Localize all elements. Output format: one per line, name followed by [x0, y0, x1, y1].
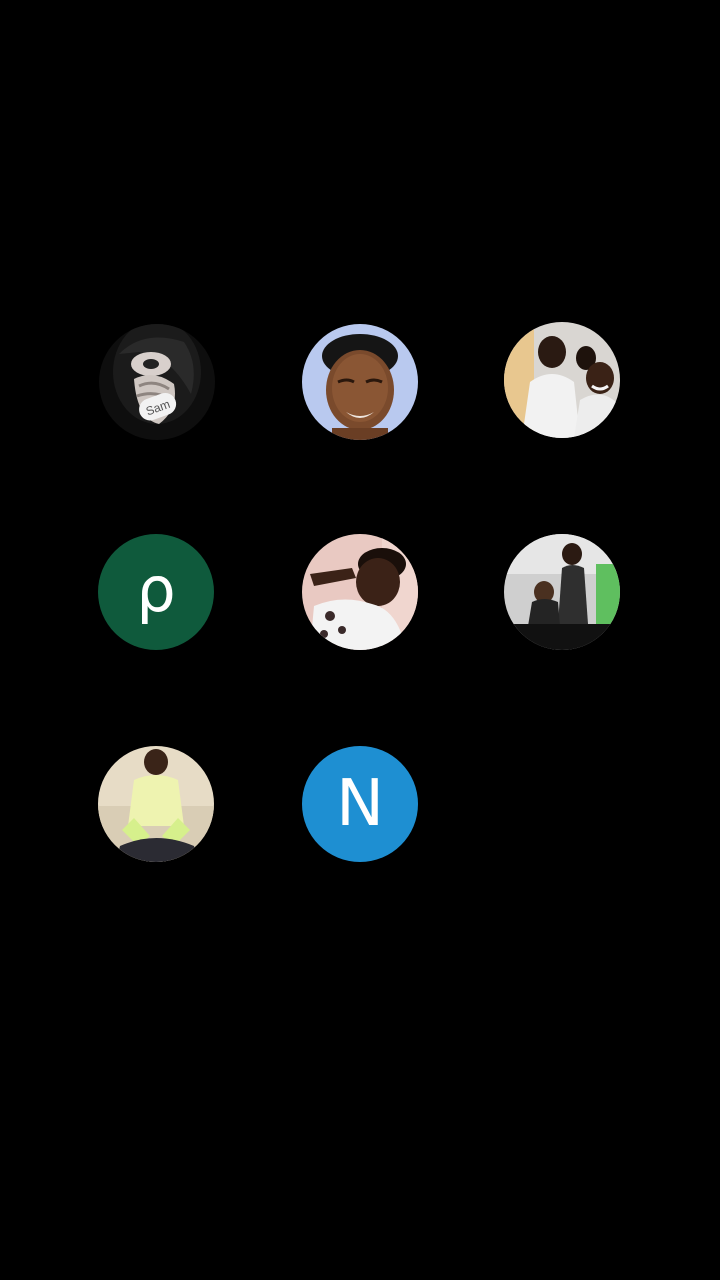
contact-photo-3: [504, 322, 620, 438]
contact-photo-2: [302, 324, 418, 440]
contact-photo-5: [302, 534, 418, 650]
contacts-grid-screen: Sam ρ N: [0, 0, 720, 1280]
contact-avatar-4[interactable]: ρ: [98, 534, 214, 650]
contact-avatar-7[interactable]: [98, 746, 214, 862]
avatar-letter: ρ: [136, 553, 176, 626]
contact-photo-7: [98, 746, 214, 862]
avatar-letter: N: [336, 767, 384, 841]
contact-avatar-3[interactable]: [504, 322, 620, 438]
contact-avatar-6[interactable]: [504, 534, 620, 650]
contact-avatar-5[interactable]: [302, 534, 418, 650]
contact-avatar-8[interactable]: N: [302, 746, 418, 862]
contact-photo-1: Sam: [99, 324, 215, 440]
contact-avatar-1[interactable]: Sam: [99, 324, 215, 440]
contact-avatar-2[interactable]: [302, 324, 418, 440]
contact-photo-6: [504, 534, 620, 650]
